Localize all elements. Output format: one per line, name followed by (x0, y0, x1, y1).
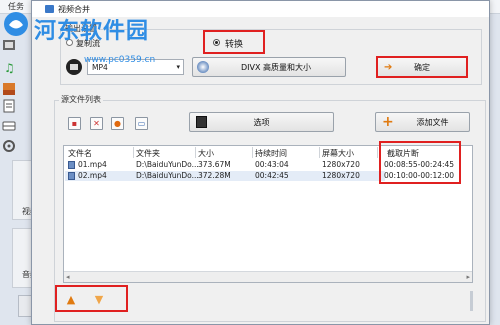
column-header-name[interactable]: 文件名 (68, 148, 92, 159)
file-folder: D:\BaiduYunDo... (136, 171, 199, 180)
table-row[interactable]: 02.mp4 D:\BaiduYunDo... 372.28M 00:42:45… (65, 171, 385, 181)
convert-label: 转换 (225, 40, 244, 50)
resize-grip[interactable] (470, 291, 473, 311)
scroll-left-icon[interactable]: ◂ (66, 273, 70, 281)
column-header-duration[interactable]: 持续时间 (255, 148, 287, 159)
file-screen-size: 1280x720 (322, 160, 360, 169)
file-duration: 00:43:04 (255, 160, 289, 169)
column-separator (252, 147, 253, 158)
ok-button[interactable]: ➔ 确定 (376, 56, 468, 78)
file-duration: 00:42:45 (255, 171, 289, 180)
profile-label: DIVX 高质量和大小 (241, 62, 312, 72)
table-row[interactable]: 01.mp4 D:\BaiduYunDo... 373.67M 00:43:04… (65, 160, 385, 170)
music-tool-icon[interactable]: ♫ (2, 60, 18, 75)
scroll-right-icon[interactable]: ▸ (466, 273, 470, 281)
divx-icon (197, 61, 209, 73)
column-separator (377, 147, 378, 158)
watermark-logo-icon (4, 12, 28, 36)
column-separator (195, 147, 196, 158)
video-tool-icon[interactable] (2, 38, 18, 52)
file-size: 373.67M (198, 160, 231, 169)
column-header-size[interactable]: 大小 (198, 148, 214, 159)
add-file-button[interactable]: + 添加文件 (375, 112, 470, 132)
file-size: 372.28M (198, 171, 231, 180)
column-separator (133, 147, 134, 158)
horizontal-scrollbar[interactable]: ◂ ▸ (64, 271, 472, 282)
file-folder: D:\BaiduYunDo... (136, 160, 199, 169)
column-separator (319, 147, 320, 158)
video-file-icon (68, 161, 75, 169)
convert-radio[interactable] (213, 39, 220, 46)
column-header-screen[interactable]: 屏幕大小 (322, 148, 354, 159)
delete-file-icon[interactable]: ✕ (90, 117, 103, 130)
move-up-icon[interactable]: ▲ (65, 293, 77, 306)
profile-button[interactable]: DIVX 高质量和大小 (192, 57, 346, 77)
plus-icon: + (382, 114, 394, 130)
source-list-title: 源文件列表 (59, 94, 103, 105)
move-down-icon[interactable]: ▼ (93, 293, 105, 306)
app-icon (45, 5, 54, 13)
film-icon (196, 116, 207, 128)
chevron-down-icon: ▾ (176, 63, 180, 71)
image-tool-icon[interactable] (2, 82, 18, 96)
ok-label: 确定 (414, 62, 430, 72)
clip-range: 00:10:00-00:12:00 (384, 171, 455, 180)
watermark-url: www.pc0359.cn (84, 55, 156, 65)
add-file-label: 添加文件 (416, 117, 449, 127)
column-header-folder[interactable]: 文件夹 (136, 148, 160, 159)
file-name: 02.mp4 (78, 171, 107, 180)
clip-range: 00:08:55-00:24:45 (384, 160, 455, 169)
info-file-icon[interactable]: ▭ (135, 117, 148, 130)
options-button[interactable]: 选项 (189, 112, 334, 132)
disc-tool-icon[interactable] (2, 119, 18, 133)
format-device-icon (66, 59, 82, 75)
doc-tool-icon[interactable] (2, 99, 18, 113)
toolbox-tool-icon[interactable] (2, 139, 18, 153)
play-file-icon[interactable]: ● (111, 117, 124, 130)
svg-text:♫: ♫ (4, 61, 15, 74)
file-name: 01.mp4 (78, 160, 107, 169)
file-screen-size: 1280x720 (322, 171, 360, 180)
watermark-logo-text: 河东软件园 (34, 19, 150, 44)
ok-arrow-icon: ➔ (384, 62, 393, 73)
video-file-icon (68, 172, 75, 180)
remove-file-icon[interactable]: ▪ (68, 117, 81, 130)
options-label: 选项 (253, 117, 270, 127)
